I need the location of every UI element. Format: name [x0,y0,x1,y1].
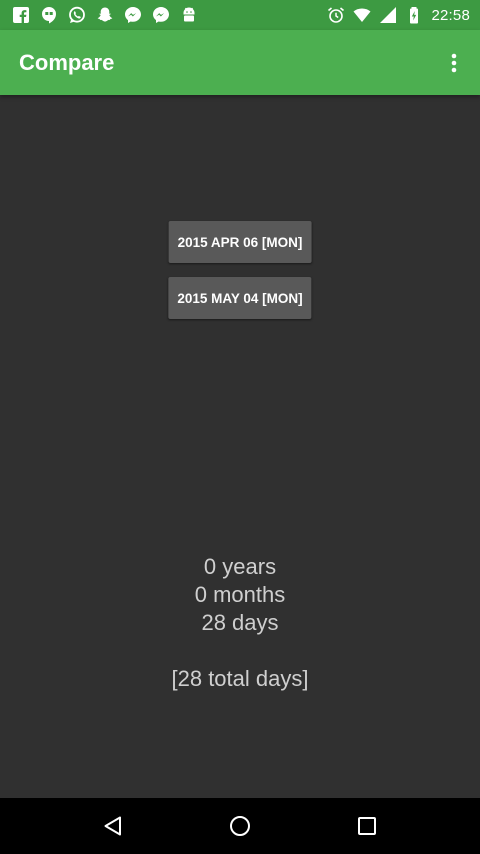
result-years: 0 years [203,554,277,579]
system-icons: 22:58 [327,6,470,24]
back-icon [104,816,122,836]
recents-button[interactable] [347,806,387,846]
second-date-button[interactable]: 2015 MAY 04 [MON] [168,277,312,319]
home-icon [229,816,250,836]
recents-icon [357,817,376,835]
status-time: 22:58 [431,6,470,24]
signal-icon [380,7,397,23]
back-button[interactable] [93,806,133,846]
alarm-icon [328,7,345,23]
android-icon [183,7,195,22]
messenger-icon [153,7,169,23]
first-date-button[interactable]: 2015 APR 06 [MON] [168,221,312,263]
screen: 22:58 Compare 2015 APR 06 [MON] 2015 MAY… [0,0,480,854]
more-vert-icon [451,53,457,72]
status-bar: 22:58 [0,0,480,30]
result-total-days: [28 total days] [171,666,309,691]
result-months: 0 months [194,582,286,607]
notification-icons [12,6,198,24]
whatsapp-icon [69,6,85,23]
wifi-icon [353,8,371,22]
app-title: Compare [19,49,115,75]
result-days: 28 days [201,610,279,635]
comparison-result: 0 years 0 months 28 days [28 total days] [0,553,480,693]
messenger-icon [125,7,141,23]
snapchat-icon [97,7,113,22]
app-bar: Compare [0,30,480,95]
overflow-menu-button[interactable] [442,45,466,81]
navigation-bar [0,798,480,854]
home-button[interactable] [220,806,260,846]
battery-icon [410,7,419,24]
facebook-icon [13,7,29,23]
hangouts-icon [42,7,56,24]
